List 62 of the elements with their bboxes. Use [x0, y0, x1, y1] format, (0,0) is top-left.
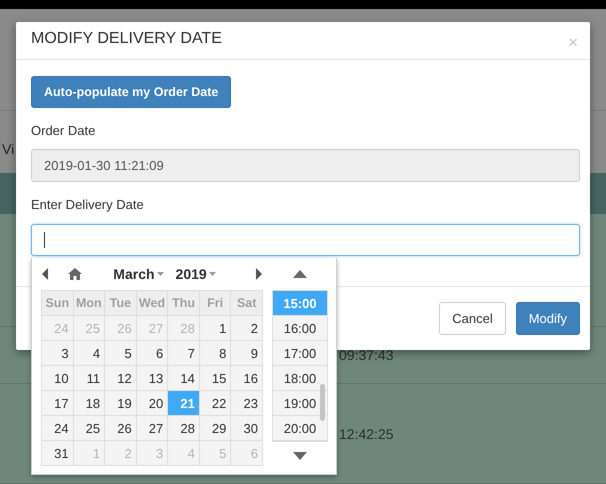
day-cell[interactable]: 26 [104, 416, 136, 440]
time-cell: 09:37:43 [339, 347, 394, 363]
scroll-up-icon[interactable] [293, 270, 307, 278]
weekday-header: Sun [42, 290, 74, 316]
home-icon[interactable] [68, 268, 82, 280]
day-cell[interactable]: 6 [136, 340, 168, 366]
day-cell[interactable]: 24 [42, 416, 74, 440]
month-select[interactable]: March [113, 266, 155, 282]
field-label: Enter Delivery Date [31, 197, 144, 213]
day-cell[interactable]: 22 [199, 390, 231, 416]
day-cell[interactable]: 2 [230, 316, 262, 340]
day-cell[interactable]: 12 [104, 366, 136, 390]
day-cell[interactable]: 30 [230, 416, 262, 440]
weekday-header: Wed [136, 290, 168, 316]
delivery-date-field[interactable] [31, 224, 580, 256]
day-cell[interactable]: 27 [136, 416, 168, 440]
day-cell[interactable]: 5 [104, 340, 136, 366]
day-cell[interactable]: 10 [42, 366, 74, 390]
day-cell[interactable]: 11 [73, 366, 105, 390]
time-cell: 12:42:25 [339, 426, 394, 442]
cancel-button[interactable]: Cancel [439, 302, 506, 335]
day-cell[interactable]: 9 [230, 340, 262, 366]
day-cell[interactable]: 31 [42, 440, 74, 466]
day-cell[interactable]: 7 [168, 340, 200, 366]
time-option[interactable]: 18:00 [273, 366, 327, 391]
time-option[interactable]: 16:00 [273, 316, 327, 341]
time-option[interactable]: 17:00 [273, 341, 327, 366]
weekday-header: Tue [104, 290, 136, 316]
weekday-header: Fri [199, 290, 231, 316]
time-option[interactable]: 20:00 [273, 416, 327, 441]
day-cell[interactable]: 3 [42, 340, 74, 366]
day-cell[interactable]: 19 [104, 390, 136, 416]
day-cell[interactable]: 15 [199, 366, 231, 390]
day-cell[interactable]: 13 [136, 366, 168, 390]
day-cell[interactable]: 1 [199, 316, 231, 340]
day-cell[interactable]: 17 [42, 390, 74, 416]
previous-month-icon[interactable] [41, 267, 49, 281]
next-month-icon[interactable] [255, 267, 263, 281]
day-cell[interactable]: 18 [73, 390, 105, 416]
weekday-header: Mon [73, 290, 105, 316]
scroll-down-icon[interactable] [293, 452, 307, 460]
day-cell[interactable]: 23 [230, 390, 262, 416]
time-option[interactable]: 19:00 [273, 391, 327, 416]
caret-icon[interactable] [208, 272, 216, 276]
scrollbar-thumb[interactable] [320, 384, 325, 421]
day-cell[interactable]: 29 [199, 416, 231, 440]
day-cell[interactable]: 28 [168, 416, 200, 440]
autofill-button[interactable]: Auto-populate my Order Date [31, 76, 232, 108]
day-cell[interactable]: 8 [199, 340, 231, 366]
year-select[interactable]: 2019 [176, 266, 207, 282]
day-cell[interactable]: 20 [136, 390, 168, 416]
caret-icon[interactable] [156, 272, 164, 276]
field-label: Order Date [31, 123, 96, 139]
dialog-title: MODIFY DELIVERY DATE [31, 30, 222, 48]
day-cell[interactable]: 25 [73, 416, 105, 440]
weekday-header: Thu [168, 290, 200, 316]
modify-button[interactable]: Modify [516, 302, 580, 335]
day-cell[interactable]: 14 [168, 366, 200, 390]
weekday-header: Sat [230, 290, 262, 316]
day-cell[interactable]: 4 [73, 340, 105, 366]
day-cell[interactable]: 16 [230, 366, 262, 390]
column-text: Vi [2, 141, 14, 157]
